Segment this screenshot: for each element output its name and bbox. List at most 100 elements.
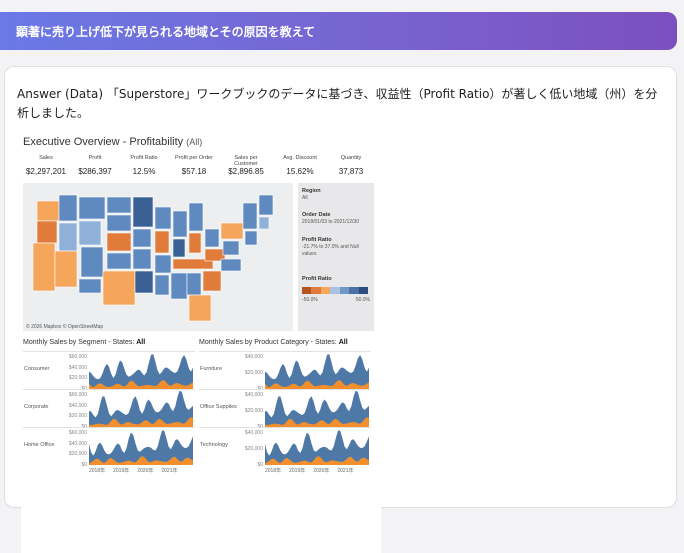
area-chart [89,430,193,465]
state-shape[interactable] [132,228,152,248]
state-shape[interactable] [106,196,132,214]
region-filter-label: Region [302,188,321,194]
state-shape[interactable] [188,294,212,322]
state-shape[interactable] [36,220,58,244]
profit-ratio-map: © 2026 Mapbox © OpenStreetMap [23,183,293,331]
legend-swatch [330,287,340,294]
x-axis-years: 2018年 2019年 2020年 2021年 [265,467,362,474]
kpi-value: 12.5% [132,167,156,176]
legend-title: Profit Ratio [302,276,332,282]
state-shape[interactable] [202,270,222,292]
segment-section-title: Monthly Sales by Segment - States: All [23,339,145,346]
y-tick: $40,000 [68,402,87,409]
y-tick: $20,000 [68,375,87,382]
state-shape[interactable] [32,242,56,292]
kpi-value: 37,873 [338,167,364,176]
filter-panel: Region All Order Date 2018/01/03 to 2021… [298,183,374,331]
state-shape[interactable] [58,194,78,222]
kpi-label: Avg. Discount [283,155,317,161]
kpi-value: $57.18 [181,167,207,176]
row-label: Furniture [200,366,223,372]
answer-card: Answer (Data) 「Superstore」ワークブックのデータに基づき… [4,66,677,553]
state-shape[interactable] [36,200,60,222]
row-label: Corporate [24,404,49,410]
state-shape[interactable] [242,202,258,230]
state-shape[interactable] [244,230,258,246]
category-title-value: All [338,339,348,346]
state-shape[interactable] [106,252,132,270]
state-shape[interactable] [106,214,132,232]
state-shape[interactable] [154,274,170,296]
state-shape[interactable] [204,228,220,248]
segment-title-value: All [136,339,146,346]
kpi-label: Profit Ratio [130,155,158,161]
dashboard-title-suffix: (All) [186,137,203,147]
kpi-label: Profit [88,155,102,161]
order-date-label: Order Date [302,212,331,218]
area-chart [265,354,369,389]
state-shape[interactable] [78,196,106,220]
x-axis-years: 2018年 2019年 2020年 2021年 [89,467,186,474]
state-shape[interactable] [258,194,274,216]
state-shape[interactable] [154,254,172,274]
area-chart [89,354,193,389]
region-filter-value[interactable]: All [302,195,374,202]
y-tick: $20,000 [244,370,263,376]
state-shape[interactable] [78,220,102,246]
state-shape[interactable] [134,270,154,294]
state-shape[interactable] [186,272,202,296]
category-section-title: Monthly Sales by Product Category - Stat… [199,339,348,346]
state-shape[interactable] [172,238,186,258]
area-chart [89,391,193,427]
state-shape[interactable] [102,270,136,306]
area-series [89,391,193,427]
kpi-value: $2,297,201 [25,167,67,176]
kpi-label: Sales per Customer [234,155,258,167]
x-tick: 2018年 [89,468,106,474]
legend-min: -50.0% [302,297,318,303]
kpi-value: $286,397 [78,167,112,176]
state-shape[interactable] [154,230,170,254]
order-date-value[interactable]: 2018/01/03 to 2021/12/30 [302,219,374,226]
legend-max: 50.0% [355,297,370,303]
x-tick: 2021年 [337,468,354,474]
chart-row: Consumer $60,000 $40,000 $20,000 $0 [23,351,195,392]
legend-swatch [339,287,350,294]
profit-ratio-filter-value[interactable]: -21.7% to 37.0% and Null values [302,244,374,258]
legend-swatch [349,287,359,294]
state-shape[interactable] [220,222,244,240]
y-tick: $20,000 [68,413,87,420]
area-chart [265,430,369,465]
y-tick: $40,000 [244,430,263,436]
row-label: Home Office [24,442,55,448]
y-tick: $0 [81,462,87,468]
x-tick: 2019年 [113,468,130,474]
state-shape[interactable] [132,248,152,270]
x-tick: 2021年 [161,468,178,474]
state-shape[interactable] [132,196,154,228]
state-shape[interactable] [54,250,78,288]
state-shape[interactable] [188,232,202,254]
y-tick: $60,000 [68,354,87,360]
x-tick: 2020年 [137,468,154,474]
state-shape[interactable] [78,278,102,294]
state-shape[interactable] [170,272,188,300]
x-tick: 2019年 [289,468,306,474]
state-shape[interactable] [188,202,204,232]
state-shape[interactable] [222,240,240,256]
y-tick: $20,000 [244,446,263,452]
chart-row: Home Office $60,000 $40,000 $20,000 $0 [23,427,195,468]
row-label: Consumer [24,366,50,372]
y-tick: $40,000 [68,364,87,371]
state-shape[interactable] [106,232,132,252]
y-tick: $40,000 [244,354,263,360]
state-shape[interactable] [58,222,78,252]
state-shape[interactable] [154,206,172,230]
state-shape[interactable] [258,216,270,230]
state-shape[interactable] [220,258,242,272]
legend-swatch [320,287,331,294]
state-shape[interactable] [172,210,188,238]
kpi-value: $2,896.85 [228,167,264,176]
state-shape[interactable] [80,246,104,278]
x-tick: 2020年 [313,468,330,474]
